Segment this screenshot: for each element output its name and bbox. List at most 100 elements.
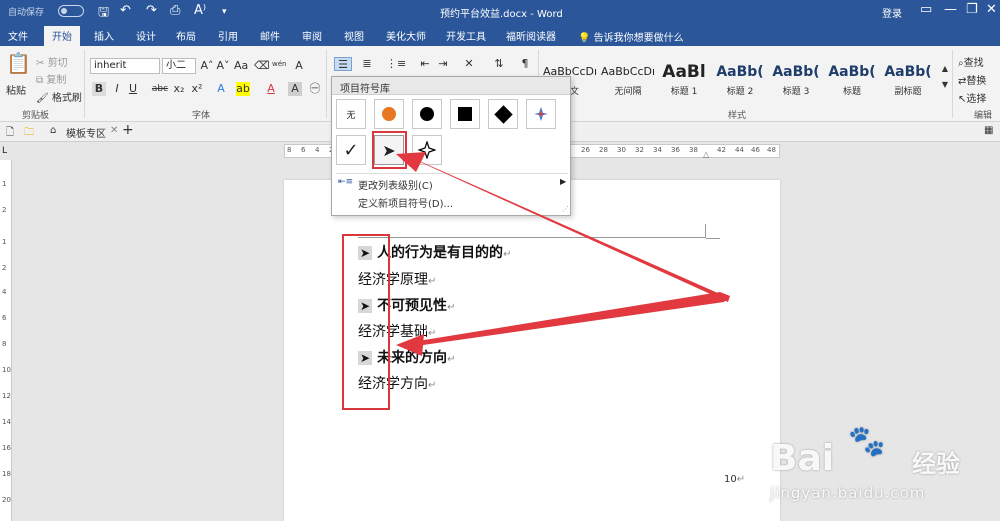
print-preview-icon[interactable]: ⎙ — [170, 3, 180, 18]
bullet-checkmark-option[interactable]: ✓ — [336, 135, 366, 165]
watermark-brand-cn: 经验 — [912, 450, 960, 478]
bold-icon[interactable]: B — [92, 82, 106, 96]
undo-icon[interactable]: ↶ — [120, 3, 131, 18]
style-heading-1[interactable]: AaBl 标题 1 — [656, 60, 712, 104]
numbering-button[interactable]: ≣ — [360, 57, 374, 71]
change-case-icon[interactable]: Aa — [234, 59, 248, 73]
enclose-char-icon[interactable]: ㊀ — [308, 82, 322, 96]
ribbon-tabs: 文件 开始 插入 设计 布局 引用 邮件 审阅 视图 美化大师 开发工具 福昕阅… — [0, 24, 1000, 46]
style-title[interactable]: AaBb( 标题 — [824, 60, 880, 104]
save-icon[interactable]: 🖫 — [98, 3, 109, 25]
show-marks-icon[interactable]: ¶ — [518, 57, 532, 71]
tab-insert[interactable]: 插入 — [94, 28, 114, 43]
font-group-label: 字体 — [192, 111, 211, 121]
increase-indent-icon[interactable]: ⇥ — [436, 57, 450, 71]
superscript-icon[interactable]: x² — [190, 82, 204, 96]
lightbulb-icon: 💡 — [578, 33, 594, 44]
font-size-select[interactable]: 小二 — [162, 58, 196, 74]
chevron-right-icon: ▶ — [560, 177, 567, 186]
colorful-star-icon — [534, 107, 548, 121]
shrink-font-icon[interactable]: A˅ — [216, 59, 230, 73]
format-painter-button[interactable]: 🖌 格式刷 — [36, 89, 82, 104]
right-indent-marker[interactable]: △ — [703, 150, 709, 159]
tab-selector-icon[interactable]: L — [2, 146, 7, 156]
bullet-diamond-option[interactable] — [488, 99, 518, 129]
redo-icon[interactable]: ↷ — [146, 3, 157, 18]
grow-font-icon[interactable]: A˄ — [200, 59, 214, 73]
define-new-bullet-menu-item[interactable]: 定义新项目符号(D)... — [358, 195, 453, 210]
bullet-four-point-star-option[interactable] — [412, 135, 442, 165]
tab-list-icon[interactable]: ▦ — [984, 125, 993, 136]
tab-layout[interactable]: 布局 — [176, 28, 196, 43]
tab-foxit[interactable]: 福昕阅读器 — [506, 28, 556, 43]
close-icon[interactable]: ✕ — [986, 2, 997, 17]
style-no-spacing[interactable]: AaBbCcDı 无间隔 — [600, 60, 656, 104]
highlight-icon[interactable]: ab — [236, 82, 250, 96]
text-effects-icon[interactable]: A — [214, 82, 228, 96]
read-aloud-icon[interactable]: A⁾ — [194, 3, 206, 18]
autosave-toggle[interactable] — [58, 5, 84, 17]
tab-view[interactable]: 视图 — [344, 28, 364, 43]
template-zone-tab[interactable]: 模板专区 — [66, 125, 106, 140]
font-color-icon[interactable]: A — [264, 82, 278, 96]
highlight-box-selected-bullet — [372, 131, 407, 169]
ribbon-display-icon[interactable]: ▭ — [920, 2, 932, 17]
login-link[interactable]: 登录 — [882, 5, 902, 20]
tab-close-icon[interactable]: ✕ — [110, 125, 118, 136]
subscript-icon[interactable]: x₂ — [172, 82, 186, 96]
sort-icon[interactable]: ⇅ — [492, 57, 506, 71]
tab-developer[interactable]: 开发工具 — [446, 28, 486, 43]
strikethrough-icon[interactable]: abc — [150, 82, 170, 96]
style-subtitle[interactable]: AaBb( 副标题 — [880, 60, 936, 104]
tell-me-box[interactable]: 💡 告诉我你想要做什么 — [578, 29, 684, 44]
char-shading-icon[interactable]: A — [288, 82, 302, 96]
add-tab-button[interactable]: + — [122, 122, 134, 138]
minimize-icon[interactable]: — — [944, 2, 957, 17]
styles-scroll-down-icon[interactable]: ▼ — [938, 78, 952, 92]
style-heading-3[interactable]: AaBb( 标题 3 — [768, 60, 824, 104]
tab-mailings[interactable]: 邮件 — [260, 28, 280, 43]
change-list-level-menu-item[interactable]: 更改列表级别(C) — [358, 177, 433, 192]
tab-references[interactable]: 引用 — [218, 28, 238, 43]
customize-qat-icon[interactable]: ▾ — [222, 7, 227, 17]
paste-button[interactable]: 粘贴 — [6, 82, 26, 97]
folder-icon[interactable]: 🗀 — [24, 125, 34, 142]
document-title: 预约平台效益.docx - Word — [440, 9, 563, 20]
paragraph-mark: ↵ — [503, 249, 512, 260]
restore-icon[interactable]: ❐ — [966, 2, 978, 17]
cut-button[interactable]: ✂ 剪切 — [36, 54, 68, 69]
paragraph-mark: ↵ — [428, 328, 437, 339]
char-border-icon[interactable]: A — [292, 59, 306, 73]
copy-icon: ⧉ — [36, 75, 47, 86]
home-icon[interactable]: ⌂ — [50, 125, 56, 136]
bullets-button[interactable]: ☰ — [334, 57, 352, 71]
decrease-indent-icon[interactable]: ⇤ — [418, 57, 432, 71]
tab-review[interactable]: 审阅 — [302, 28, 322, 43]
bullet-black-circle-option[interactable] — [412, 99, 442, 129]
multilevel-list-button[interactable]: ⋮≡ — [386, 57, 406, 71]
font-name-select[interactable]: inherit — [90, 58, 160, 74]
resize-grip-icon[interactable]: ⋰ — [562, 205, 569, 213]
vertical-ruler[interactable]: 1 2 1 2 4 6 8 10 12 14 16 18 20 — [0, 160, 12, 521]
asian-layout-icon[interactable]: ✕ — [462, 57, 476, 71]
bullet-colorful-option[interactable] — [526, 99, 556, 129]
tab-design[interactable]: 设计 — [136, 28, 156, 43]
find-button[interactable]: ⌕查找 — [958, 54, 984, 69]
phonetic-guide-icon[interactable]: wén — [272, 57, 286, 71]
copy-button[interactable]: ⧉ 复制 — [36, 71, 66, 86]
styles-scroll-up-icon[interactable]: ▲ — [938, 62, 952, 76]
bullet-square-option[interactable] — [450, 99, 480, 129]
bullet-none-option[interactable]: 无 — [336, 99, 366, 129]
select-button[interactable]: ↖选择 — [958, 90, 986, 105]
clear-format-icon[interactable]: ⌫ — [254, 59, 270, 73]
replace-button[interactable]: ⇄替换 — [958, 72, 986, 87]
tab-home[interactable]: 开始 — [44, 26, 80, 46]
new-doc-icon[interactable]: 🗋 — [6, 125, 14, 142]
tab-beautify[interactable]: 美化大师 — [386, 28, 426, 43]
style-heading-2[interactable]: AaBb( 标题 2 — [712, 60, 768, 104]
paste-icon[interactable]: 📋 — [6, 53, 31, 80]
italic-icon[interactable]: I — [110, 82, 124, 96]
underline-icon[interactable]: U — [126, 82, 140, 96]
tab-file[interactable]: 文件 — [8, 28, 28, 43]
bullet-orange-circle-option[interactable] — [374, 99, 404, 129]
